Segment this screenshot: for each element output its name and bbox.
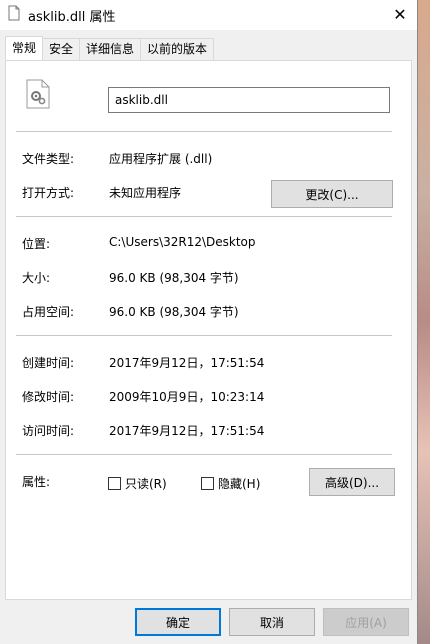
size-on-disk-value: 96.0 KB (98,304 字节) [109, 305, 239, 319]
modified-value: 2009年10月9日，10:23:14 [109, 390, 265, 404]
checkbox-box[interactable] [201, 477, 214, 490]
file-name-input[interactable] [108, 87, 390, 113]
size-value: 96.0 KB (98,304 字节) [109, 271, 239, 285]
ok-button[interactable]: 确定 [135, 608, 221, 636]
tab-bar: 常规 安全 详细信息 以前的版本 [5, 36, 215, 60]
change-button[interactable]: 更改(C)... [271, 180, 393, 208]
tab-details[interactable]: 详细信息 [79, 38, 142, 60]
close-icon: ✕ [393, 4, 407, 24]
separator [16, 454, 392, 455]
size-on-disk-label: 占用空间: [22, 305, 75, 319]
accessed-value: 2017年9月12日，17:51:54 [109, 424, 265, 438]
cancel-button[interactable]: 取消 [229, 608, 315, 636]
created-label: 创建时间: [22, 356, 75, 370]
location-value: C:\Users\32R12\Desktop [109, 235, 256, 249]
readonly-label: 只读(R) [125, 477, 167, 491]
title-bar: asklib.dll 属性 ✕ [0, 0, 417, 30]
file-type-label: 文件类型: [22, 152, 75, 166]
window-title: asklib.dll 属性 [28, 10, 116, 25]
opens-with-value: 未知应用程序 [109, 186, 182, 200]
file-type-value: 应用程序扩展 (.dll) [109, 152, 213, 166]
attributes-label: 属性: [22, 475, 51, 489]
hidden-label: 隐藏(H) [218, 477, 261, 491]
document-icon [8, 5, 20, 21]
separator [16, 335, 392, 336]
hidden-checkbox[interactable]: 隐藏(H) [201, 475, 260, 492]
close-button[interactable]: ✕ [383, 0, 417, 28]
apply-button[interactable]: 应用(A) [323, 608, 409, 636]
general-panel: 文件类型: 应用程序扩展 (.dll) 打开方式: 未知应用程序 更改(C)..… [5, 60, 412, 600]
accessed-label: 访问时间: [22, 424, 75, 438]
separator [16, 131, 392, 132]
properties-dialog: asklib.dll 属性 ✕ 常规 安全 详细信息 以前的版本 文件类型: 应… [0, 0, 418, 644]
tab-general[interactable]: 常规 [5, 36, 44, 60]
tab-previous-versions[interactable]: 以前的版本 [140, 38, 215, 60]
location-label: 位置: [22, 237, 51, 251]
advanced-button[interactable]: 高级(D)... [309, 468, 395, 496]
background-window-edge [418, 0, 430, 644]
created-value: 2017年9月12日，17:51:54 [109, 356, 265, 370]
tab-security[interactable]: 安全 [42, 38, 81, 60]
dll-gear-file-icon [26, 79, 50, 109]
modified-label: 修改时间: [22, 390, 75, 404]
separator [16, 216, 392, 217]
size-label: 大小: [22, 271, 51, 285]
readonly-checkbox[interactable]: 只读(R) [108, 475, 167, 492]
opens-with-label: 打开方式: [22, 186, 75, 200]
checkbox-box[interactable] [108, 477, 121, 490]
